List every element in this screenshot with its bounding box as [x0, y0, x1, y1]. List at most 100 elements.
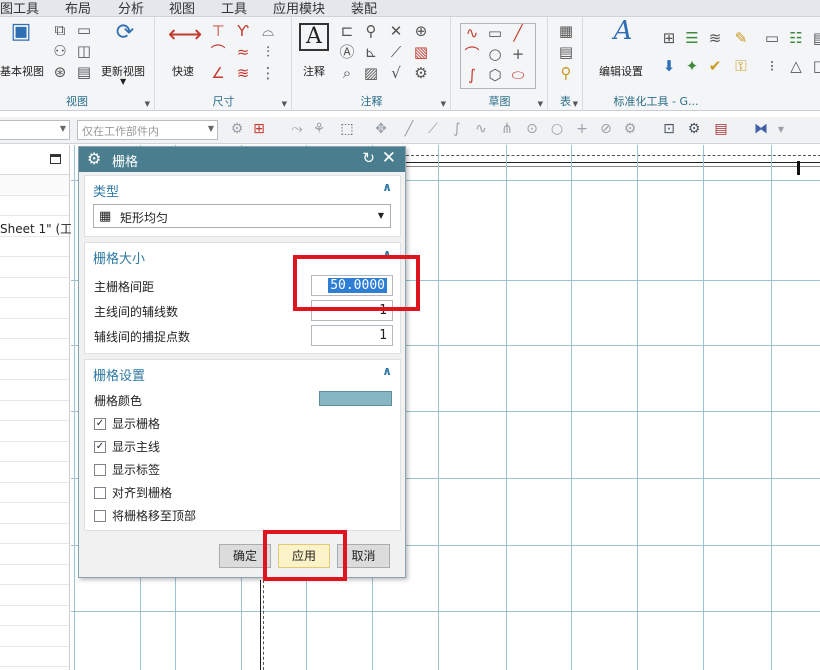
list-item[interactable] [0, 196, 69, 216]
list-item[interactable] [0, 503, 69, 524]
tool-list-icon[interactable]: ⁝ [762, 59, 782, 74]
balloon-icon[interactable]: ⚲ [361, 24, 381, 39]
rapid-dimension-button[interactable]: 快速 [172, 63, 194, 79]
layer-icon[interactable]: ▤ [712, 121, 730, 137]
section-view-icon[interactable]: ⚇ [50, 44, 70, 59]
auto-balloon-icon[interactable]: ⚲ [556, 66, 576, 81]
menu-applications[interactable]: 应用模块 [273, 0, 325, 17]
search-icon[interactable]: ⌕ [337, 66, 357, 81]
list-item[interactable] [0, 278, 69, 298]
point-snap-icon[interactable]: + [573, 121, 591, 137]
feature-control-frame-icon[interactable]: ⊏ [337, 24, 357, 39]
tool-grid-icon[interactable]: ⊞ [659, 31, 679, 46]
close-icon[interactable]: ✕ [386, 24, 406, 39]
list-item[interactable] [0, 626, 69, 647]
group-more-icon[interactable]: ▼ [441, 100, 446, 108]
show-grid-checkbox[interactable]: ✓ [94, 418, 106, 430]
collapse-icon[interactable]: ∧ [382, 364, 392, 378]
list-item[interactable] [0, 339, 69, 360]
list-item[interactable] [0, 483, 69, 503]
display-icon[interactable]: ⚙ [685, 121, 703, 137]
list-item[interactable] [0, 380, 69, 401]
snap-to-grid-checkbox[interactable] [94, 487, 106, 499]
tool-database-icon[interactable]: ☷ [786, 31, 806, 46]
main-spacing-field[interactable]: 50.0000 [311, 275, 393, 296]
list-item[interactable] [0, 606, 69, 626]
menu-analysis[interactable]: 分析 [118, 0, 144, 17]
tool-lock-icon[interactable]: ⚿ [731, 59, 751, 74]
endpoint-snap-icon[interactable]: ⟋ [424, 121, 442, 137]
intersection-snap-icon[interactable]: ⊘ [597, 121, 615, 137]
radial-dimension-icon[interactable]: ⌒ [208, 45, 228, 60]
list-item[interactable] [0, 442, 69, 462]
menu-tools[interactable]: 工具 [221, 0, 247, 17]
parts-list-icon[interactable]: ▤ [556, 45, 576, 60]
projected-view-icon[interactable]: ⧉ [50, 23, 70, 38]
thickness-dimension-icon[interactable]: ≈ [233, 45, 253, 60]
menu-layout[interactable]: 布局 [65, 0, 91, 17]
update-view-dropdown[interactable]: ▼ [120, 77, 126, 86]
snap-icon[interactable]: ⚙ [228, 121, 246, 137]
square-icon[interactable]: □ [810, 59, 820, 74]
list-item[interactable] [0, 175, 69, 196]
ellipse-icon[interactable]: ⬭ [508, 68, 528, 83]
tool-layers-icon[interactable]: ≋ [705, 31, 725, 46]
view-break-icon[interactable]: ▭ [74, 23, 94, 38]
line-snap-icon[interactable]: ╱ [400, 121, 418, 137]
note-button[interactable]: 注释 [303, 63, 325, 79]
view-align-icon[interactable]: ◫ [74, 44, 94, 59]
grid-color-swatch[interactable] [319, 391, 392, 406]
menu-assembly[interactable]: 装配 [351, 0, 377, 17]
base-view-button[interactable]: 基本视图 [0, 63, 44, 79]
snap-point-icon[interactable]: ✥ [372, 121, 390, 137]
collapse-icon[interactable]: ∧ [382, 247, 392, 261]
dialog-titlebar[interactable]: ⚙ 栅格 ↻ ✕ [79, 147, 405, 172]
spline-snap-icon[interactable]: ∿ [472, 121, 490, 137]
collapse-icon[interactable]: ∧ [382, 180, 392, 194]
list-item[interactable] [0, 421, 69, 442]
studio-spline-icon[interactable]: ∫ [462, 68, 482, 83]
aux-lines-field[interactable]: 1 [311, 300, 393, 321]
image-icon[interactable]: ▨ [361, 66, 381, 81]
tool-tag-icon[interactable]: ✎ [731, 31, 751, 46]
list-item[interactable] [0, 257, 69, 278]
datum-feature-icon[interactable]: Ⓐ [337, 45, 357, 60]
grid-type-select[interactable]: ▦ 矩形均匀 ▼ [93, 204, 391, 228]
list-item[interactable] [0, 647, 69, 667]
select-curve-icon[interactable]: ⤳ [288, 121, 306, 137]
close-icon[interactable]: ✕ [382, 148, 396, 168]
bounded-snap-icon[interactable]: ⚙ [621, 121, 639, 137]
list-item[interactable] [0, 544, 69, 565]
angular-dimension-icon[interactable]: ∠ [208, 66, 228, 81]
list-item[interactable] [0, 237, 69, 257]
curve-snap-icon[interactable]: ∫ [448, 121, 466, 137]
tool-check-icon[interactable]: ✔ [705, 59, 725, 74]
select-feature-icon[interactable]: ⊞ [250, 121, 268, 137]
show-labels-checkbox[interactable] [94, 464, 106, 476]
snap-points-field[interactable]: 1 [311, 325, 393, 346]
list-item[interactable] [0, 565, 69, 585]
list-item[interactable] [0, 585, 69, 606]
triangle-icon[interactable]: △ [786, 59, 806, 74]
tool-stack-icon[interactable]: ☰ [682, 31, 702, 46]
table-note-icon[interactable]: ▦ [556, 24, 576, 39]
surface-finish-icon[interactable]: ⊾ [361, 45, 381, 60]
center-mark-icon[interactable]: ⊕ [411, 24, 431, 39]
center-snap-icon[interactable]: ⊙ [523, 121, 541, 137]
sheet-node-label[interactable]: Sheet 1" (工 [0, 220, 72, 237]
point-icon[interactable]: + [508, 47, 528, 62]
polygon-icon[interactable]: ⬡ [485, 68, 505, 83]
list-item[interactable] [0, 360, 69, 380]
list-item[interactable] [0, 319, 69, 339]
menu-drawing-tools[interactable]: 图工具 [0, 0, 39, 17]
group-more-icon[interactable]: ▼ [282, 100, 287, 108]
hatch-icon[interactable]: ▧ [411, 45, 431, 60]
tangent-snap-icon[interactable]: ⋔ [498, 121, 516, 137]
edit-settings-button[interactable]: 编辑设置 [599, 63, 643, 79]
chamfer-dimension-icon[interactable]: Ƴ [233, 24, 253, 39]
profile-icon[interactable]: ∿ [462, 26, 482, 41]
select-body-icon[interactable]: ⚘ [310, 121, 328, 137]
scope-filter-combo[interactable]: 仅在工作部件内 ▼ [77, 120, 218, 140]
arc-length-dimension-icon[interactable]: ≋ [233, 66, 253, 81]
ok-button[interactable]: 确定 [219, 544, 271, 568]
